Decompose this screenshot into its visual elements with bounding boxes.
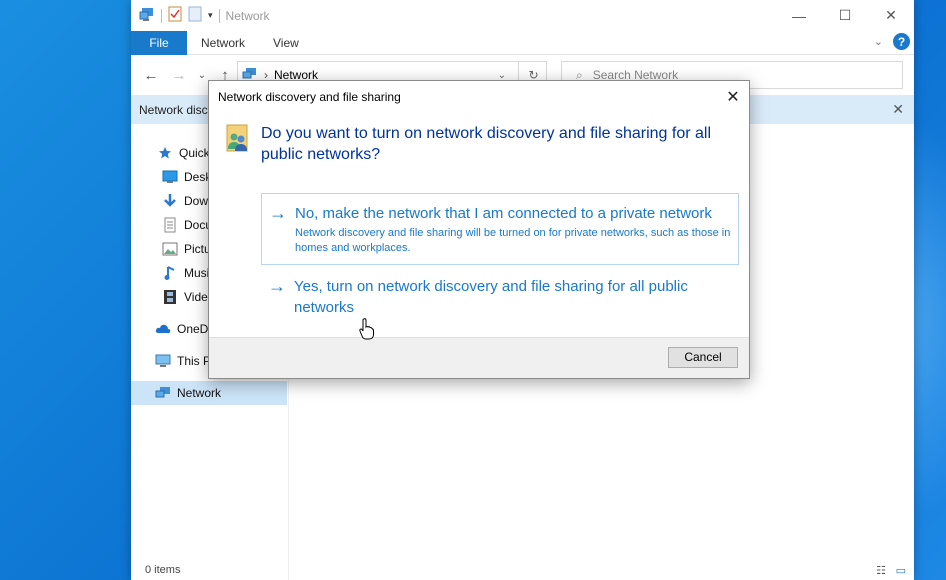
private-network-option[interactable]: → No, make the network that I am connect… [261,193,739,265]
quick-access-toolbar: ▾ [131,0,220,31]
window-title: Network [225,8,270,23]
network-icon [155,385,171,401]
network-sharing-icon [223,123,251,155]
private-option-label: No, make the network that I am connected… [295,205,712,222]
info-bar-text: Network disc [139,102,208,117]
pictures-icon [162,241,178,257]
title-bar: ▾ Network — ☐ ✕ [131,0,914,31]
details-view-icon[interactable]: ☷ [876,564,886,577]
tab-network[interactable]: Network [187,31,259,55]
tab-view[interactable]: View [259,31,313,55]
cancel-button[interactable]: Cancel [668,347,738,368]
dialog-footer: Cancel [209,337,749,378]
forward-button[interactable]: → [167,63,191,87]
item-count: 0 items [145,564,181,576]
large-icons-view-icon[interactable]: ▭ [896,564,906,577]
address-dropdown-icon[interactable]: ⌄ [498,70,506,81]
private-option-description: Network discovery and file sharing will … [295,227,731,254]
video-icon [162,289,178,305]
hand-cursor-icon [359,318,374,340]
expand-ribbon-icon[interactable]: ⌄ [874,35,883,48]
help-icon[interactable]: ? [893,33,910,50]
network-discovery-dialog: Network discovery and file sharing ✕ Do … [208,80,750,379]
desktop-icon [162,169,178,185]
minimize-button[interactable]: — [776,0,822,31]
download-icon [162,193,178,209]
arrow-right-icon: → [269,203,287,223]
close-button[interactable]: ✕ [868,0,914,31]
dialog-title: Network discovery and file sharing [218,89,401,104]
properties-icon[interactable] [168,6,182,25]
info-bar-close-icon[interactable]: ✕ [892,101,904,118]
sidebar-item-network[interactable]: Network [131,381,287,405]
new-folder-icon[interactable] [188,6,202,25]
dialog-title-bar: Network discovery and file sharing ✕ [209,81,749,112]
dialog-close-button[interactable]: ✕ [717,81,749,112]
recent-locations-button[interactable]: ⌄ [195,63,209,87]
dialog-question: Do you want to turn on network discovery… [261,125,712,163]
maximize-button[interactable]: ☐ [822,0,868,31]
public-option-label: Yes, turn on network discovery and file … [294,278,688,316]
computer-icon [155,353,171,369]
network-app-icon [139,6,155,25]
customize-toolbar-icon[interactable]: ▾ [208,10,213,21]
cloud-icon [155,321,171,337]
document-icon [162,217,178,233]
arrow-right-icon: → [268,276,286,296]
public-network-option[interactable]: → Yes, turn on network discovery and fil… [261,267,739,339]
star-icon [157,145,173,161]
back-button[interactable]: ← [139,63,163,87]
dialog-body: Do you want to turn on network discovery… [209,112,749,337]
status-bar: 0 items ☷ ▭ [131,564,914,580]
ribbon: File Network View ⌄ ? [131,30,914,55]
music-icon [162,265,178,281]
tab-file[interactable]: File [131,30,187,55]
